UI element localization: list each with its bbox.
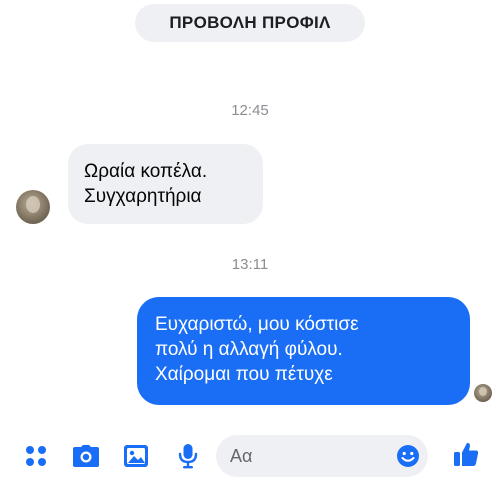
message-text-line: πολύ η αλλαγή φύλου. <box>155 339 343 360</box>
message-text-line: Χαίρομαι που πέτυχε <box>155 364 333 385</box>
message-text-line: Συγχαρητήρια <box>84 186 202 207</box>
message-text-line: Ωραία κοπέλα. <box>84 161 208 182</box>
menu-dots-icon[interactable] <box>22 442 50 470</box>
contact-avatar[interactable] <box>16 190 50 224</box>
microphone-icon[interactable] <box>174 442 202 470</box>
emoji-icon[interactable] <box>396 444 420 468</box>
message-input[interactable]: Αα <box>216 435 428 477</box>
thumbs-up-icon[interactable] <box>452 440 480 468</box>
camera-icon[interactable] <box>72 442 100 470</box>
message-input-placeholder: Αα <box>230 446 253 466</box>
message-composer: Αα <box>0 428 500 485</box>
view-profile-button[interactable]: ΠΡΟΒΟΛΗ ΠΡΟΦΙΛ <box>135 4 365 42</box>
incoming-message-bubble[interactable]: Ωραία κοπέλα. Συγχαρητήρια <box>68 144 263 224</box>
seen-receipt-avatar <box>474 384 492 402</box>
message-text-line: Ευχαριστώ, μου κόστισε <box>155 314 359 335</box>
timestamp: 13:11 <box>231 256 269 273</box>
outgoing-message-bubble[interactable]: Ευχαριστώ, μου κόστισε πολύ η αλλαγή φύλ… <box>137 297 470 405</box>
image-icon[interactable] <box>122 442 150 470</box>
timestamp: 12:45 <box>231 102 269 119</box>
